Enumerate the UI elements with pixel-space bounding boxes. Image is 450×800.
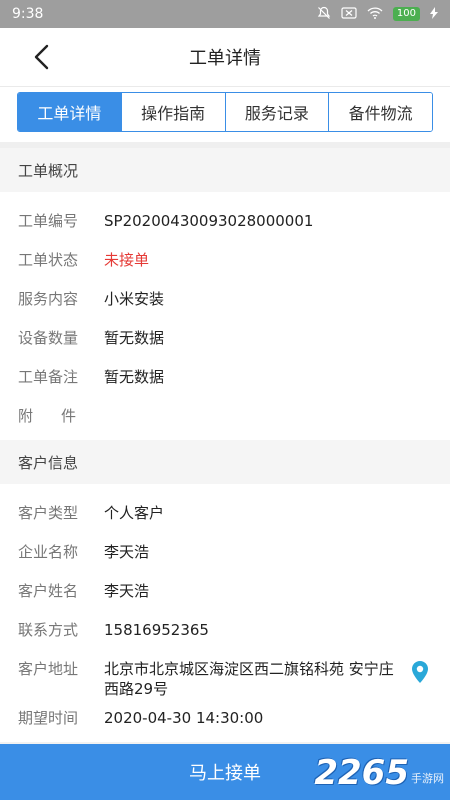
- row-label: 设备数量: [18, 329, 79, 347]
- row-label: 工单状态: [18, 251, 79, 269]
- tab-parts-logistics[interactable]: 备件物流: [329, 93, 432, 131]
- row-label: 企业名称: [18, 543, 79, 561]
- customer-info-section: 客户类型 个人客户 企业名称 李天浩 客户姓名 李天浩 联系方式 1581695…: [0, 484, 450, 742]
- section-title-order-overview: 工单概况: [0, 148, 450, 192]
- row-label: 联系方式: [18, 621, 79, 639]
- customer-type-value: 个人客户: [104, 504, 165, 522]
- row-label: 工单备注: [18, 368, 79, 386]
- order-number-value: SP20200430093028000001: [104, 212, 314, 230]
- customer-name-value: 李天浩: [104, 582, 150, 600]
- status-time: 9:38: [12, 6, 44, 22]
- tabs-container: 工单详情 操作指南 服务记录 备件物流: [0, 86, 450, 148]
- order-overview-section: 工单编号 SP20200430093028000001 工单状态 未接单 服务内…: [0, 192, 450, 440]
- mute-icon: [317, 6, 331, 23]
- wifi-icon: [367, 6, 383, 22]
- info-row-customer-name: 客户姓名 李天浩: [0, 572, 450, 611]
- row-label: 服务内容: [18, 290, 79, 308]
- info-row-device-count: 设备数量 暂无数据: [0, 319, 450, 358]
- order-status-value: 未接单: [104, 251, 150, 269]
- watermark-number: 2265: [314, 753, 409, 793]
- row-label: 期望时间: [18, 709, 79, 727]
- tab-service-records[interactable]: 服务记录: [225, 93, 330, 131]
- row-label: 客户类型: [18, 504, 79, 522]
- watermark-logo: 2265 手游网: [314, 756, 444, 790]
- section-title-customer-info: 客户信息: [0, 440, 450, 484]
- expected-time-value: 2020-04-30 14:30:00: [104, 709, 264, 727]
- info-row-service-content: 服务内容 小米安装: [0, 280, 450, 319]
- info-row-customer-address: 客户地址 北京市北京城区海淀区西二旗铭科苑 安宁庄西路29号: [0, 650, 450, 699]
- customer-address-value: 北京市北京城区海淀区西二旗铭科苑 安宁庄西路29号: [104, 660, 394, 698]
- chevron-left-icon: [34, 44, 49, 70]
- info-row-order-number: 工单编号 SP20200430093028000001: [0, 202, 450, 241]
- company-name-value: 李天浩: [104, 543, 150, 561]
- info-row-order-notes: 工单备注 暂无数据: [0, 358, 450, 397]
- sim-icon: [341, 6, 357, 22]
- service-content-value: 小米安装: [104, 290, 165, 308]
- info-row-contact: 联系方式 15816952365: [0, 611, 450, 650]
- battery-icon: 100: [392, 7, 420, 21]
- tab-bar: 工单详情 操作指南 服务记录 备件物流: [17, 92, 433, 132]
- row-label: 客户姓名: [18, 582, 79, 600]
- order-notes-value: 暂无数据: [104, 368, 165, 386]
- status-icons: 100: [317, 6, 438, 23]
- info-row-company-name: 企业名称 李天浩: [0, 533, 450, 572]
- status-bar: 9:38 100: [0, 0, 450, 28]
- info-row-attachment: 附件: [0, 397, 450, 436]
- row-label: 工单编号: [18, 212, 79, 230]
- tab-order-detail[interactable]: 工单详情: [18, 93, 122, 131]
- row-label: 附件: [18, 407, 105, 425]
- info-row-order-status: 工单状态 未接单: [0, 241, 450, 280]
- charging-icon: [430, 6, 438, 22]
- tab-operation-guide[interactable]: 操作指南: [121, 93, 226, 131]
- info-row-expected-time: 期望时间 2020-04-30 14:30:00: [0, 699, 450, 738]
- row-label: 客户地址: [18, 660, 79, 678]
- page-title: 工单详情: [189, 48, 261, 69]
- device-count-value: 暂无数据: [104, 329, 165, 347]
- back-button[interactable]: [26, 42, 56, 72]
- nav-bar: 工单详情: [0, 28, 450, 86]
- watermark-text: 手游网: [411, 772, 444, 785]
- info-row-customer-type: 客户类型 个人客户: [0, 494, 450, 533]
- contact-phone-value[interactable]: 15816952365: [104, 611, 432, 640]
- location-pin-icon[interactable]: [408, 650, 432, 684]
- attachment-value[interactable]: [104, 397, 432, 406]
